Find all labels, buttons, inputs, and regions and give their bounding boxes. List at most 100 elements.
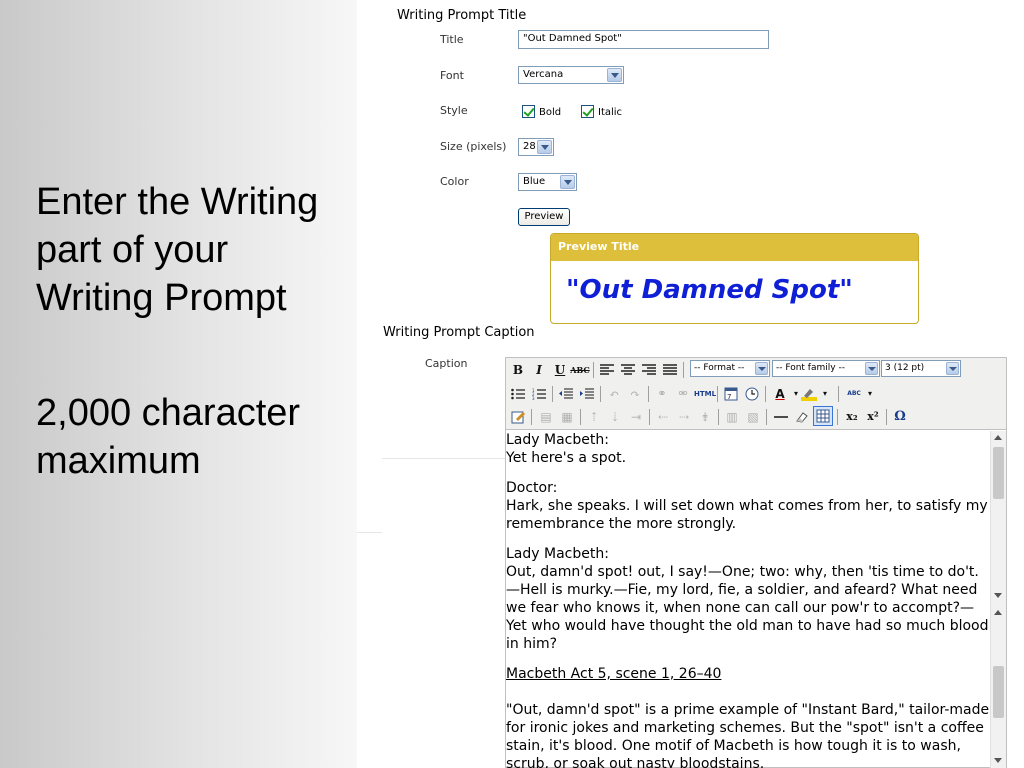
bold-checkbox-label: Bold xyxy=(539,107,562,118)
col-before-icon[interactable]: ⇠ xyxy=(653,407,673,427)
editor-paragraph: Doctor: Hark, she speaks. I will set dow… xyxy=(506,479,990,533)
font-select[interactable]: Vercana xyxy=(518,66,624,84)
col-after-icon[interactable]: ⇢ xyxy=(674,407,694,427)
indent-icon[interactable] xyxy=(577,384,597,404)
cell-props-icon[interactable]: ▦ xyxy=(557,407,577,427)
title-section-heading: Writing Prompt Title xyxy=(397,8,527,23)
insert-table-icon[interactable] xyxy=(813,406,833,426)
caption-label: Caption xyxy=(425,357,468,370)
row-after-icon[interactable]: ⇣ xyxy=(605,407,625,427)
size-select[interactable]: 28 xyxy=(518,138,554,156)
editor-content-area[interactable]: Lady Macbeth: Yet here's a spot. Doctor:… xyxy=(506,431,990,768)
unlink-icon[interactable]: ⚮ xyxy=(673,384,693,404)
toolbar-separator xyxy=(717,386,718,402)
font-family-select-value: -- Font family -- xyxy=(776,363,845,373)
outdent-icon[interactable] xyxy=(556,384,576,404)
font-size-select[interactable]: 3 (12 pt) xyxy=(881,360,961,377)
redo-icon[interactable]: ↷ xyxy=(625,384,645,404)
strikethrough-button[interactable]: ABC xyxy=(570,360,590,380)
font-size-select-value: 3 (12 pt) xyxy=(885,363,925,373)
omega-special-char-icon[interactable]: Ω xyxy=(890,407,910,427)
row-before-icon[interactable]: ⇡ xyxy=(584,407,604,427)
toolbar-separator xyxy=(600,386,601,402)
chevron-down-icon[interactable]: ▾ xyxy=(860,384,880,404)
color-select-value: Blue xyxy=(523,176,546,187)
italic-checkbox-label: Italic xyxy=(598,107,623,118)
superscript-button[interactable]: x² xyxy=(863,407,883,427)
italic-button[interactable]: I xyxy=(529,360,549,380)
chevron-down-icon xyxy=(865,362,878,375)
align-center-icon[interactable] xyxy=(618,360,638,380)
format-select-value: -- Format -- xyxy=(694,363,745,373)
editor-paragraph: Lady Macbeth: Yet here's a spot. xyxy=(506,431,990,467)
form-screenshot: Writing Prompt Title Title "Out Damned S… xyxy=(357,0,1024,768)
svg-text:7: 7 xyxy=(727,393,731,401)
font-select-value: Vercana xyxy=(523,69,564,80)
chevron-down-icon[interactable]: ▾ xyxy=(815,384,835,404)
toolbar-separator xyxy=(837,409,838,425)
caption-section-heading: Writing Prompt Caption xyxy=(383,325,535,340)
numbered-list-icon[interactable]: 123 xyxy=(529,384,549,404)
bullet-list-icon[interactable] xyxy=(508,384,528,404)
toolbar-separator xyxy=(649,409,650,425)
insert-time-icon[interactable] xyxy=(742,384,762,404)
divider xyxy=(357,532,382,533)
bold-checkbox[interactable] xyxy=(522,105,535,118)
toolbar-separator xyxy=(765,386,766,402)
chevron-down-icon xyxy=(607,68,622,82)
delete-col-icon[interactable]: ⇟ xyxy=(695,407,715,427)
editor-scrollbar[interactable] xyxy=(990,431,1006,608)
scrollbar-thumb[interactable] xyxy=(993,666,1004,718)
dialogue-line: Hark, she speaks. I will set down what c… xyxy=(506,498,988,532)
editor-paragraph: Lady Macbeth: Out, damn'd spot! out, I s… xyxy=(506,545,990,653)
scroll-down-icon[interactable] xyxy=(994,593,1002,598)
subscript-button[interactable]: x₂ xyxy=(842,407,862,427)
dialogue-line: Out, damn'd spot! out, I say!—One; two: … xyxy=(506,564,989,652)
editor-scrollbar[interactable] xyxy=(990,608,1006,768)
align-left-icon[interactable] xyxy=(597,360,617,380)
align-right-icon[interactable] xyxy=(639,360,659,380)
underline-button[interactable]: U xyxy=(550,360,570,380)
toolbar-separator xyxy=(648,386,649,402)
table-props-icon[interactable]: ▤ xyxy=(536,407,556,427)
insert-date-icon[interactable]: 7 xyxy=(721,384,741,404)
edit-css-icon[interactable] xyxy=(508,407,528,427)
citation: Macbeth Act 5, scene 1, 26–40 xyxy=(506,666,722,682)
chevron-down-icon xyxy=(537,140,552,154)
format-select[interactable]: -- Format -- xyxy=(690,360,770,377)
dialogue-line: Yet here's a spot. xyxy=(506,450,627,466)
caption-editor: B I U ABC -- Format -- -- Font family -- xyxy=(505,357,1007,768)
link-icon[interactable]: ⚭ xyxy=(652,384,672,404)
style-label: Style xyxy=(440,104,468,117)
split-cells-icon[interactable]: ▥ xyxy=(722,407,742,427)
chevron-down-icon xyxy=(560,175,575,189)
color-label: Color xyxy=(440,175,469,188)
title-input[interactable]: "Out Damned Spot" xyxy=(518,30,769,49)
align-justify-icon[interactable] xyxy=(660,360,680,380)
italic-checkbox[interactable] xyxy=(581,105,594,118)
scroll-up-icon[interactable] xyxy=(994,610,1002,615)
preview-header: Preview Title xyxy=(551,234,918,261)
bold-button[interactable]: B xyxy=(508,360,528,380)
delete-row-icon[interactable]: ⇥ xyxy=(626,407,646,427)
undo-icon[interactable]: ↶ xyxy=(604,384,624,404)
toolbar-separator xyxy=(766,409,767,425)
preview-button[interactable]: Preview xyxy=(518,208,570,226)
scrollbar-thumb[interactable] xyxy=(993,447,1004,499)
scroll-up-icon[interactable] xyxy=(994,435,1002,440)
remove-format-icon[interactable] xyxy=(792,407,812,427)
horizontal-rule-icon[interactable] xyxy=(771,407,791,427)
divider xyxy=(382,458,505,459)
slide-character-limit: 2,000 character maximum xyxy=(36,392,301,482)
title-label: Title xyxy=(440,33,464,46)
merge-cells-icon[interactable]: ▧ xyxy=(743,407,763,427)
chevron-down-icon xyxy=(946,362,959,375)
toolbar-row-1: B I U ABC -- Format -- -- Font family -- xyxy=(508,359,1006,381)
font-family-select[interactable]: -- Font family -- xyxy=(772,360,880,377)
html-source-button[interactable]: HTML xyxy=(694,384,716,404)
scroll-down-icon[interactable] xyxy=(994,758,1002,763)
toolbar-separator xyxy=(886,409,887,425)
color-select[interactable]: Blue xyxy=(518,173,577,191)
speaker-name: Lady Macbeth: xyxy=(506,546,609,562)
toolbar-separator xyxy=(838,386,839,402)
